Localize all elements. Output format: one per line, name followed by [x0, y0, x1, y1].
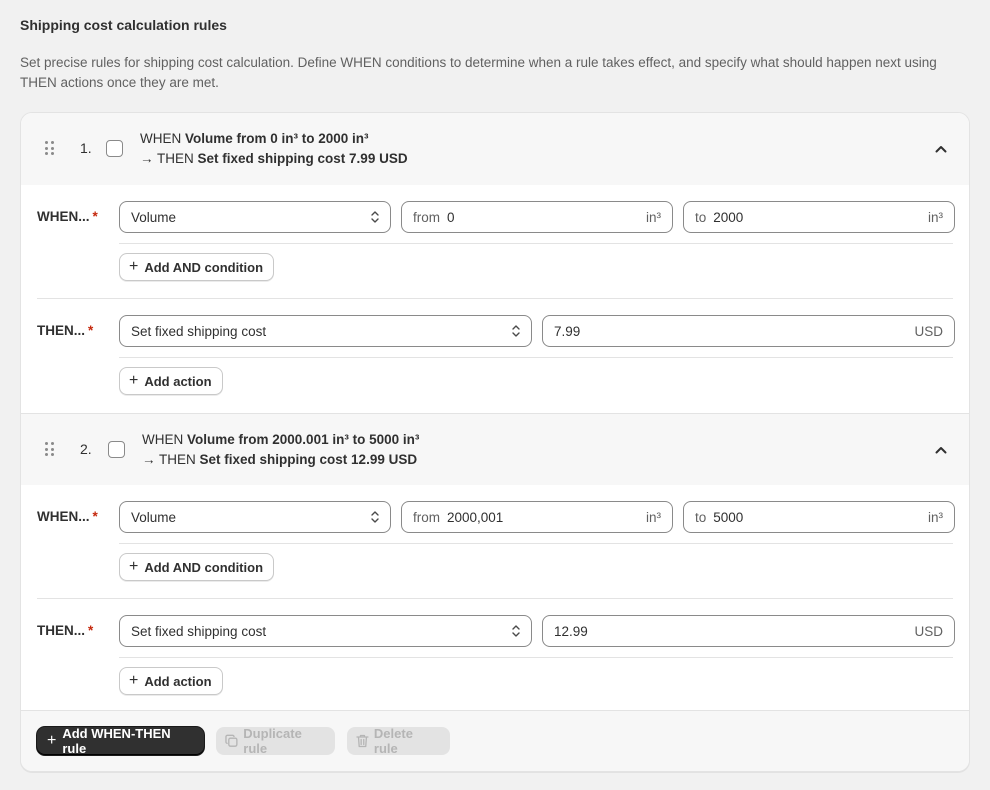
- action-type-select[interactable]: Set fixed shipping cost: [119, 315, 532, 347]
- divider: [119, 543, 953, 544]
- rule-number: 2.: [80, 441, 92, 457]
- rule-number: 1.: [80, 140, 92, 156]
- divider: [37, 598, 953, 599]
- card-footer: + Add WHEN-THEN rule Duplicate rule Delet…: [21, 710, 969, 771]
- divider: [119, 657, 953, 658]
- when-block: WHEN... * Volume from 2000,001 in³ to 500…: [37, 485, 955, 713]
- select-arrows-icon: [371, 511, 379, 523]
- rule-1: 1. WHEN Volume from 0 in³ to 2000 in³ → …: [21, 113, 969, 413]
- drag-handle-icon[interactable]: [45, 141, 55, 155]
- add-action-button[interactable]: + Add action: [119, 367, 223, 395]
- when-label: WHEN... *: [37, 509, 98, 524]
- rule-body: WHEN... * Volume from 2000,001 in³ to 500…: [21, 485, 969, 713]
- rule-body: WHEN...* Volume from 0 in³ to 2000 in³: [21, 185, 969, 413]
- select-arrows-icon: [512, 325, 520, 337]
- chevron-up-icon[interactable]: [931, 440, 951, 460]
- divider: [119, 243, 953, 244]
- divider: [119, 357, 953, 358]
- add-and-condition-button[interactable]: + Add AND condition: [119, 553, 275, 581]
- from-input[interactable]: from 0 in³: [401, 201, 673, 233]
- select-arrows-icon: [512, 625, 520, 637]
- rule-summary: WHEN Volume from 2000.001 in³ to 5000 in…: [142, 430, 419, 470]
- then-word: → THEN: [142, 452, 196, 467]
- add-and-condition-button[interactable]: + Add AND condition: [119, 253, 275, 281]
- summary-when: Volume from 2000.001 in³ to 5000 in³: [187, 432, 420, 447]
- trash-icon: [356, 734, 369, 748]
- when-label: WHEN... *: [37, 209, 98, 224]
- rule-checkbox[interactable]: [108, 441, 125, 458]
- summary-when: Volume from 0 in³ to 2000 in³: [185, 131, 369, 146]
- rule-header[interactable]: 1. WHEN Volume from 0 in³ to 2000 in³ → …: [21, 113, 969, 185]
- cost-input[interactable]: 12.99 USD: [542, 615, 955, 647]
- then-word: → THEN: [140, 151, 194, 166]
- page-description: Set precise rules for shipping cost calc…: [20, 55, 937, 90]
- divider: [37, 298, 953, 299]
- when-block: WHEN...* Volume from 0 in³ to 2000 in³: [37, 185, 955, 413]
- plus-icon: +: [129, 558, 139, 575]
- plus-icon: +: [129, 672, 139, 689]
- plus-icon: +: [129, 258, 139, 275]
- summary-then: Set fixed shipping cost 7.99 USD: [197, 151, 408, 166]
- rules-card: 1. WHEN Volume from 0 in³ to 2000 in³ → …: [20, 112, 970, 772]
- delete-rule-button[interactable]: Delete rule: [347, 726, 450, 756]
- rule-2: 2. WHEN Volume from 2000.001 in³ to 5000…: [21, 413, 969, 713]
- condition-field-select[interactable]: Volume: [119, 201, 391, 233]
- add-action-button[interactable]: + Add action: [119, 667, 223, 695]
- add-when-then-rule-button[interactable]: + Add WHEN-THEN rule: [37, 726, 204, 756]
- from-input[interactable]: from 2000,001 in³: [401, 501, 673, 533]
- duplicate-icon: [225, 734, 238, 747]
- when-word: WHEN: [142, 432, 184, 447]
- cost-input[interactable]: 7.99 USD: [542, 315, 955, 347]
- plus-icon: +: [47, 732, 57, 749]
- action-type-select[interactable]: Set fixed shipping cost: [119, 615, 532, 647]
- then-label: THEN... *: [37, 623, 94, 638]
- condition-field-select[interactable]: Volume: [119, 501, 391, 533]
- page-title: Shipping cost calculation rules: [20, 17, 227, 33]
- rule-checkbox[interactable]: [106, 140, 123, 157]
- plus-icon: +: [129, 372, 139, 389]
- rule-header[interactable]: 2. WHEN Volume from 2000.001 in³ to 5000…: [21, 413, 969, 485]
- to-input[interactable]: to 2000 in³: [683, 201, 955, 233]
- when-word: WHEN: [140, 131, 182, 146]
- duplicate-rule-button[interactable]: Duplicate rule: [216, 726, 335, 756]
- chevron-up-icon[interactable]: [931, 139, 951, 159]
- then-label: THEN... *: [37, 323, 94, 338]
- drag-handle-icon[interactable]: [45, 442, 55, 456]
- to-input[interactable]: to 5000 in³: [683, 501, 955, 533]
- select-arrows-icon: [371, 211, 379, 223]
- summary-then: Set fixed shipping cost 12.99 USD: [199, 452, 418, 467]
- rule-summary: WHEN Volume from 0 in³ to 2000 in³ → THE…: [140, 129, 408, 169]
